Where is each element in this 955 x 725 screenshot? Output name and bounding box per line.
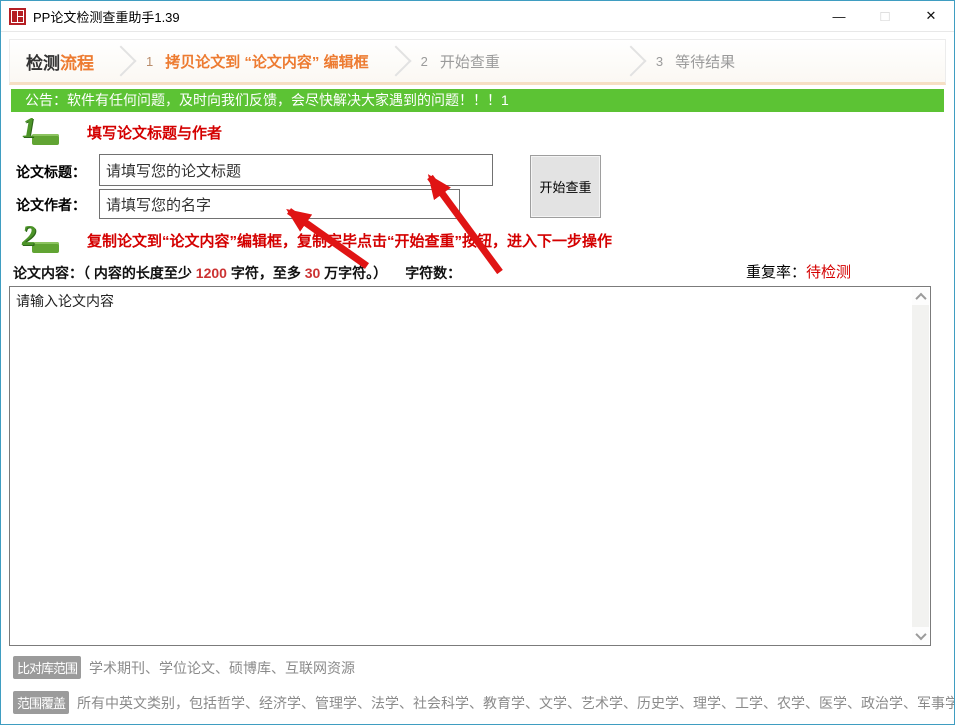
repeat-rate-value: 待检测 [806, 264, 851, 281]
announcement-bar: 公告：软件有任何问题，及时向我们反馈，会尽快解决大家遇到的问题！！！1 [11, 89, 944, 112]
paper-content-textarea[interactable]: 请输入论文内容 [9, 286, 931, 646]
step-number: 1 [146, 54, 153, 69]
repeat-rate-label: 重复率： [746, 264, 806, 281]
coverage-text: 所有中英文类别，包括哲学、经济学、管理学、法学、社会科学、教育学、文学、艺术学、… [77, 693, 955, 713]
minimize-button[interactable]: — [816, 1, 862, 31]
title-bar: PP论文检测查重助手1.39 — □ ✕ [1, 1, 954, 32]
content-hint-row: 论文内容：（ 内容的长度至少 1200 字符，至多 30 万字符。）字符数： [13, 263, 461, 283]
step-label: 开始查重 [440, 51, 500, 72]
step-number: 3 [656, 54, 663, 69]
step-label: 等待结果 [675, 51, 735, 72]
app-window: PP论文检测查重助手1.39 — □ ✕ 检测流程 1 拷贝论文到 “论文内容”… [0, 0, 955, 725]
char-count-label: 字符数： [405, 265, 461, 281]
window-controls: — □ ✕ [816, 1, 954, 31]
repeat-rate: 重复率：待检测 [746, 261, 851, 282]
step1-number-icon: 1 [19, 119, 65, 146]
chevron-right-icon [105, 45, 136, 76]
step1-heading: 1 填写论文标题与作者 [19, 119, 222, 146]
process-nav: 检测流程 1 拷贝论文到 “论文内容” 编辑框 2 开始查重 3 等待结果 [9, 39, 946, 85]
app-logo-icon [9, 8, 26, 25]
paper-title-input[interactable] [99, 154, 493, 186]
step1-heading-text: 填写论文标题与作者 [87, 122, 222, 143]
step2-heading-text: 复制论文到“论文内容”编辑框，复制完毕点击“开始查重”按钮，进入下一步操作 [87, 230, 612, 251]
database-scope-badge: 比对库范围 [13, 656, 81, 679]
maximize-button[interactable]: □ [862, 1, 908, 31]
content-label: 论文内容： [13, 265, 83, 281]
chevron-right-icon [615, 45, 646, 76]
paper-author-input[interactable] [99, 189, 460, 219]
textarea-scrollbar[interactable] [912, 288, 929, 644]
paper-author-label: 论文作者： [16, 195, 86, 215]
nav-step-3: 3 等待结果 [650, 51, 735, 72]
scroll-up-button[interactable] [912, 288, 929, 305]
min-chars: 1200 [196, 265, 227, 281]
nav-title: 检测流程 [26, 49, 94, 74]
chevron-up-icon [915, 292, 926, 303]
database-scope-row: 比对库范围 学术期刊、学位论文、硕博库、互联网资源 [13, 656, 355, 679]
database-scope-text: 学术期刊、学位论文、硕博库、互联网资源 [89, 658, 355, 678]
step-number: 2 [421, 54, 428, 69]
close-button[interactable]: ✕ [908, 1, 954, 31]
coverage-badge: 范围覆盖 [13, 691, 69, 714]
chevron-down-icon [915, 628, 926, 639]
paper-content-text: 请输入论文内容 [16, 291, 114, 311]
window-title: PP论文检测查重助手1.39 [33, 7, 180, 26]
start-check-button[interactable]: 开始查重 [530, 155, 601, 218]
max-chars: 30 [305, 265, 321, 281]
nav-step-1: 1 拷贝论文到 “论文内容” 编辑框 [140, 51, 369, 72]
paper-title-label: 论文标题： [16, 162, 86, 182]
chevron-right-icon [380, 45, 411, 76]
step-label: 拷贝论文到 “论文内容” 编辑框 [165, 51, 368, 72]
nav-step-2: 2 开始查重 [415, 51, 500, 72]
scroll-down-button[interactable] [912, 627, 929, 644]
coverage-row: 范围覆盖 所有中英文类别，包括哲学、经济学、管理学、法学、社会科学、教育学、文学… [13, 691, 955, 714]
step2-heading: 2 复制论文到“论文内容”编辑框，复制完毕点击“开始查重”按钮，进入下一步操作 [19, 227, 612, 254]
step2-number-icon: 2 [19, 227, 65, 254]
